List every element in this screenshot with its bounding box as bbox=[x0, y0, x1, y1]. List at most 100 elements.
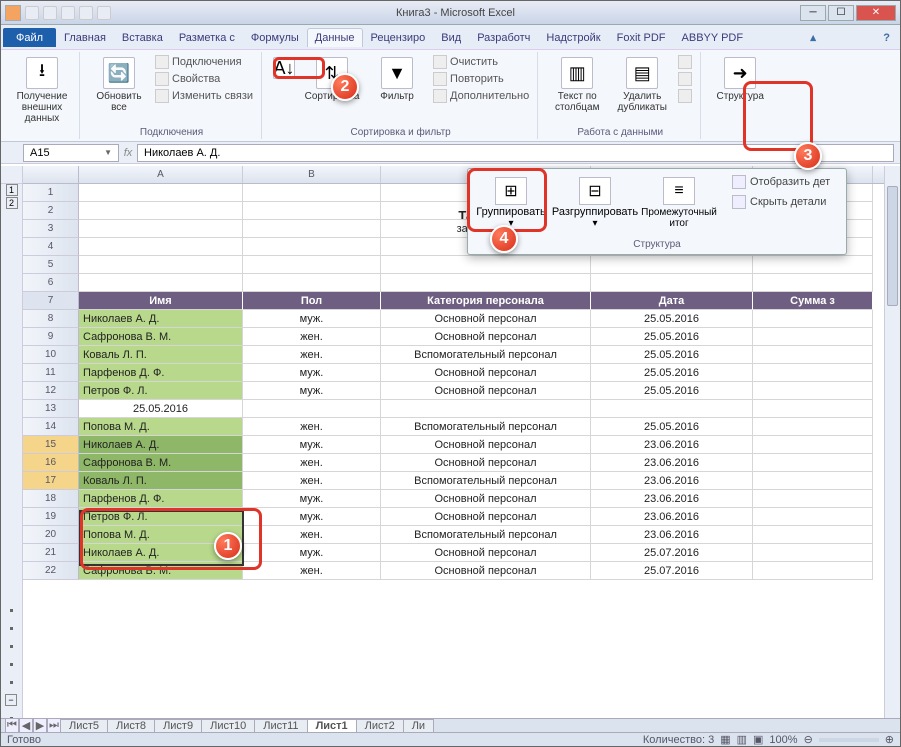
cell[interactable]: Николаев А. Д. bbox=[79, 310, 243, 328]
cell[interactable] bbox=[753, 544, 873, 562]
cell[interactable] bbox=[79, 184, 243, 202]
cell[interactable]: муж. bbox=[243, 382, 381, 400]
qat-save-icon[interactable] bbox=[25, 6, 39, 20]
whatif-button[interactable] bbox=[676, 88, 694, 104]
remove-duplicates-button[interactable]: ▤Удалить дубликаты bbox=[611, 54, 673, 116]
properties-button[interactable]: Свойства bbox=[153, 71, 255, 87]
cell[interactable]: Сафронова В. М. bbox=[79, 454, 243, 472]
row-header[interactable]: 16 bbox=[23, 454, 79, 472]
row-header[interactable]: 1 bbox=[23, 184, 79, 202]
external-data-button[interactable]: ⭳Получение внешних данных bbox=[11, 54, 73, 127]
cell[interactable] bbox=[591, 400, 753, 418]
tab-foxit[interactable]: Foxit PDF bbox=[609, 28, 674, 47]
cell[interactable]: Основной персонал bbox=[381, 382, 591, 400]
cell[interactable]: 25.05.2016 bbox=[591, 364, 753, 382]
cell[interactable]: 25.07.2016 bbox=[591, 544, 753, 562]
row-header[interactable]: 15 bbox=[23, 436, 79, 454]
scrollbar-thumb[interactable] bbox=[887, 186, 898, 306]
col-header[interactable]: B bbox=[243, 166, 381, 183]
cell[interactable]: Вспомогательный персонал bbox=[381, 346, 591, 364]
row-header[interactable]: 14 bbox=[23, 418, 79, 436]
cell[interactable]: Вспомогательный персонал bbox=[381, 526, 591, 544]
table-row[interactable]: 19Петров Ф. Л.муж.Основной персонал23.06… bbox=[23, 508, 900, 526]
sheet-tab[interactable]: Лист11 bbox=[254, 719, 307, 732]
table-row[interactable]: 18Парфенов Д. Ф.муж.Основной персонал23.… bbox=[23, 490, 900, 508]
maximize-button[interactable]: ☐ bbox=[828, 5, 854, 21]
tab-data[interactable]: Данные bbox=[307, 28, 363, 47]
cell[interactable]: Основной персонал bbox=[381, 508, 591, 526]
cell[interactable]: муж. bbox=[243, 364, 381, 382]
cell[interactable] bbox=[753, 490, 873, 508]
table-row[interactable]: 7ИмяПолКатегория персоналаДатаСумма з bbox=[23, 292, 900, 310]
ungroup-button[interactable]: ⊟Разгруппировать▾ bbox=[556, 173, 634, 233]
col-header[interactable]: A bbox=[79, 166, 243, 183]
cell[interactable] bbox=[753, 382, 873, 400]
cell[interactable]: Петров Ф. Л. bbox=[79, 508, 243, 526]
cell[interactable] bbox=[753, 310, 873, 328]
sheet-tab[interactable]: Лист8 bbox=[107, 719, 155, 732]
cell[interactable] bbox=[381, 400, 591, 418]
cell[interactable]: муж. bbox=[243, 310, 381, 328]
row-header[interactable]: 11 bbox=[23, 364, 79, 382]
cell[interactable]: Основной персонал bbox=[381, 544, 591, 562]
tab-layout[interactable]: Разметка с bbox=[171, 28, 243, 47]
chevron-down-icon[interactable]: ▼ bbox=[104, 148, 112, 157]
cell[interactable]: Вспомогательный персонал bbox=[381, 418, 591, 436]
cell[interactable]: Сафронова В. М. bbox=[79, 562, 243, 580]
cell[interactable]: Основной персонал bbox=[381, 562, 591, 580]
tab-addins[interactable]: Надстройк bbox=[538, 28, 608, 47]
sheet-tab[interactable]: Ли bbox=[403, 719, 434, 732]
zoom-in-icon[interactable]: ⊕ bbox=[885, 733, 894, 746]
qat-undo-icon[interactable] bbox=[43, 6, 57, 20]
outline-level-1[interactable]: 1 bbox=[6, 184, 18, 196]
cell[interactable] bbox=[753, 436, 873, 454]
cell[interactable]: жен. bbox=[243, 454, 381, 472]
cell[interactable] bbox=[753, 256, 873, 274]
cell[interactable] bbox=[243, 256, 381, 274]
sort-az-button[interactable]: A↓ bbox=[270, 54, 298, 82]
cell[interactable] bbox=[79, 202, 243, 220]
cell[interactable]: 23.06.2016 bbox=[591, 454, 753, 472]
cell[interactable]: 23.06.2016 bbox=[591, 472, 753, 490]
cell[interactable]: 23.06.2016 bbox=[591, 526, 753, 544]
cell[interactable] bbox=[753, 508, 873, 526]
table-row[interactable]: 14Попова М. Д.жен.Вспомогательный персон… bbox=[23, 418, 900, 436]
cell[interactable]: 25.05.2016 bbox=[591, 346, 753, 364]
cell[interactable]: Коваль Л. П. bbox=[79, 472, 243, 490]
cell[interactable]: 25.05.2016 bbox=[591, 382, 753, 400]
cell[interactable]: муж. bbox=[243, 544, 381, 562]
minimize-button[interactable]: ─ bbox=[800, 5, 826, 21]
table-row[interactable]: 22Сафронова В. М.жен.Основной персонал25… bbox=[23, 562, 900, 580]
tab-nav-first[interactable]: ⏮ bbox=[5, 718, 19, 733]
tab-view[interactable]: Вид bbox=[433, 28, 469, 47]
cell[interactable] bbox=[381, 256, 591, 274]
qat-btn[interactable] bbox=[97, 6, 111, 20]
hide-detail-button[interactable]: Скрыть детали bbox=[730, 193, 832, 211]
cell[interactable]: 25.05.2016 bbox=[591, 310, 753, 328]
row-header[interactable]: 19 bbox=[23, 508, 79, 526]
tab-dev[interactable]: Разработч bbox=[469, 28, 538, 47]
cell[interactable]: Вспомогательный персонал bbox=[381, 472, 591, 490]
table-row[interactable]: 9Сафронова В. М.жен.Основной персонал25.… bbox=[23, 328, 900, 346]
cell[interactable] bbox=[381, 274, 591, 292]
cell[interactable]: 25.05.2016 bbox=[591, 418, 753, 436]
view-normal-icon[interactable]: ▦ bbox=[720, 733, 730, 746]
cell[interactable]: Коваль Л. П. bbox=[79, 346, 243, 364]
cell[interactable]: 25.05.2016 bbox=[79, 400, 243, 418]
cell[interactable] bbox=[753, 328, 873, 346]
cell[interactable]: Имя bbox=[79, 292, 243, 310]
help-icon[interactable]: ? bbox=[875, 28, 898, 47]
cell[interactable] bbox=[753, 400, 873, 418]
cell[interactable] bbox=[753, 526, 873, 544]
formula-bar[interactable]: Николаев А. Д. bbox=[137, 144, 894, 162]
sheet-tab[interactable]: Лист10 bbox=[201, 719, 255, 732]
table-row[interactable]: 6 bbox=[23, 274, 900, 292]
cell[interactable]: 23.06.2016 bbox=[591, 508, 753, 526]
table-row[interactable]: 17Коваль Л. П.жен.Вспомогательный персон… bbox=[23, 472, 900, 490]
table-row[interactable]: 12Петров Ф. Л.муж.Основной персонал25.05… bbox=[23, 382, 900, 400]
structure-button[interactable]: ➜Структура bbox=[709, 54, 771, 105]
tab-nav-last[interactable]: ⏭ bbox=[47, 718, 61, 733]
cell[interactable]: Николаев А. Д. bbox=[79, 436, 243, 454]
qat-redo-icon[interactable] bbox=[61, 6, 75, 20]
cell[interactable]: жен. bbox=[243, 526, 381, 544]
